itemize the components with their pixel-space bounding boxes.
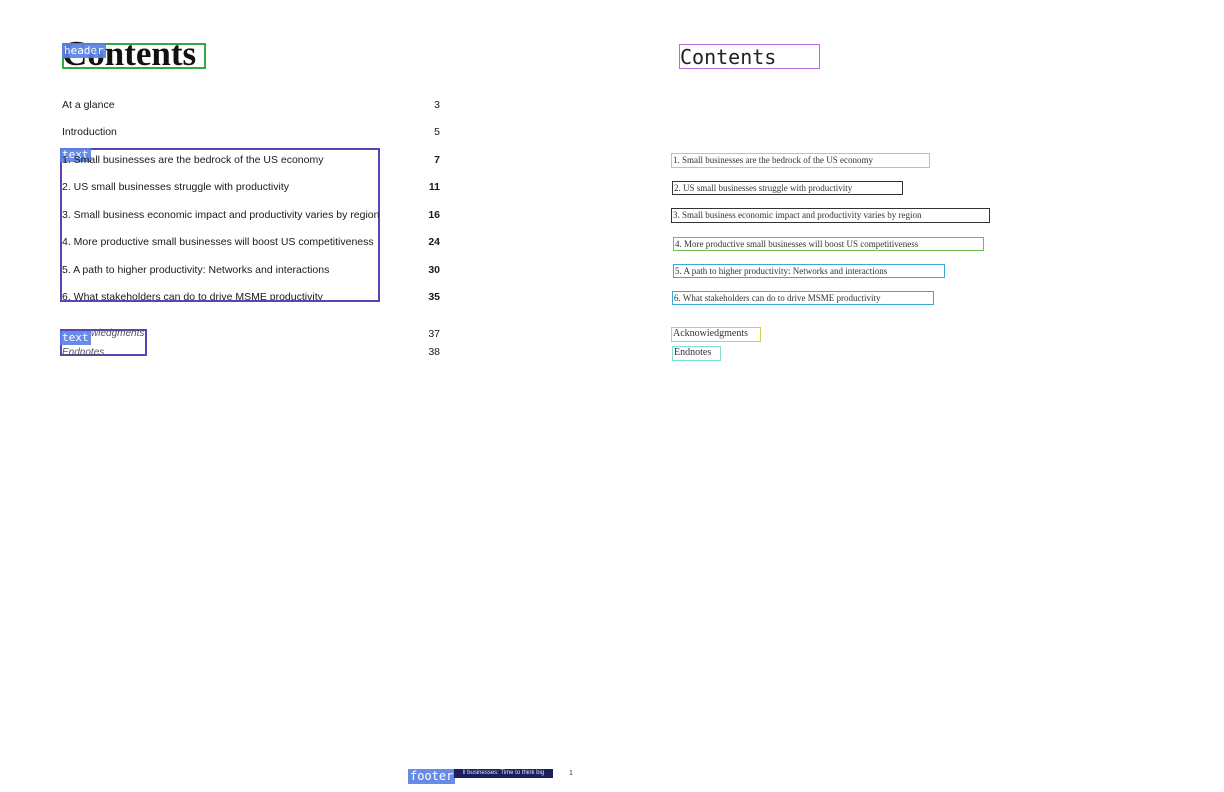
ocr-title: Contents — [679, 44, 820, 69]
toc-entry[interactable]: 1. Small businesses are the bedrock of t… — [62, 152, 440, 168]
toc-entry-page: 35 — [428, 291, 440, 300]
ocr-line: Endnotes — [672, 346, 721, 361]
toc-entry-label[interactable]: wledgments — [91, 327, 144, 341]
ocr-line: 2. US small businesses struggle with pro… — [672, 181, 903, 195]
toc-entry-label: 4. More productive small businesses will… — [62, 236, 374, 248]
toc-entry-page: 11 — [428, 181, 440, 193]
toc-entry-label: At a glance — [62, 99, 115, 111]
toc-entry[interactable]: 6. What stakeholders can do to drive MSM… — [62, 289, 440, 300]
toc-entry-page: 38 — [428, 346, 440, 358]
footer-page-number: 1 — [569, 770, 573, 777]
toc-entry[interactable]: 4. More productive small businesses will… — [62, 234, 440, 250]
toc-entry[interactable]: Introduction 5 — [62, 124, 440, 140]
toc-entry-page: 16 — [428, 209, 440, 221]
ocr-line: Acknowiedgments — [671, 327, 761, 342]
ocr-line: 5. A path to higher productivity: Networ… — [673, 264, 945, 278]
toc-entry-page: 30 — [428, 264, 440, 276]
ocr-line: 6. What stakeholders can do to drive MSM… — [672, 291, 934, 305]
toc-entry-page: 37 — [428, 328, 440, 340]
toc-entry-page: 3 — [434, 99, 440, 111]
toc-entry-label: 2. US small businesses struggle with pro… — [62, 181, 290, 193]
text-region-box — [60, 148, 380, 302]
header-region-tag: header — [62, 44, 106, 58]
toc-entry-page: 5 — [434, 126, 440, 138]
toc-entry-label: 5. A path to higher productivity: Networ… — [62, 264, 330, 276]
footer-region-tag: footer — [408, 769, 456, 784]
toc-entry-label: 3. Small business economic impact and pr… — [62, 209, 380, 221]
toc-entry-label: Introduction — [62, 126, 117, 138]
ocr-line: 4. More productive small businesses will… — [673, 237, 984, 251]
toc-entry-page: 24 — [428, 236, 440, 248]
toc-entry-label: 6. What stakeholders can do to drive MSM… — [62, 291, 323, 300]
toc-entry-page: 7 — [434, 154, 440, 166]
toc-entry[interactable]: 5. A path to higher productivity: Networ… — [62, 262, 440, 278]
toc-entry-label: 1. Small businesses are the bedrock of t… — [62, 154, 324, 166]
toc-entry[interactable]: 3. Small business economic impact and pr… — [62, 207, 440, 223]
toc-entry[interactable]: At a glance 3 — [62, 97, 440, 113]
ocr-line: 3. Small business economic impact and pr… — [671, 208, 990, 223]
footer-text: ll businesses: Time to think big — [454, 769, 553, 778]
text-region-tag: text — [60, 331, 91, 345]
toc-entry[interactable]: 2. US small businesses struggle with pro… — [62, 179, 440, 195]
toc-entry-label[interactable]: Endnotes — [62, 346, 104, 355]
ocr-line: 1. Small businesses are the bedrock of t… — [671, 153, 930, 168]
